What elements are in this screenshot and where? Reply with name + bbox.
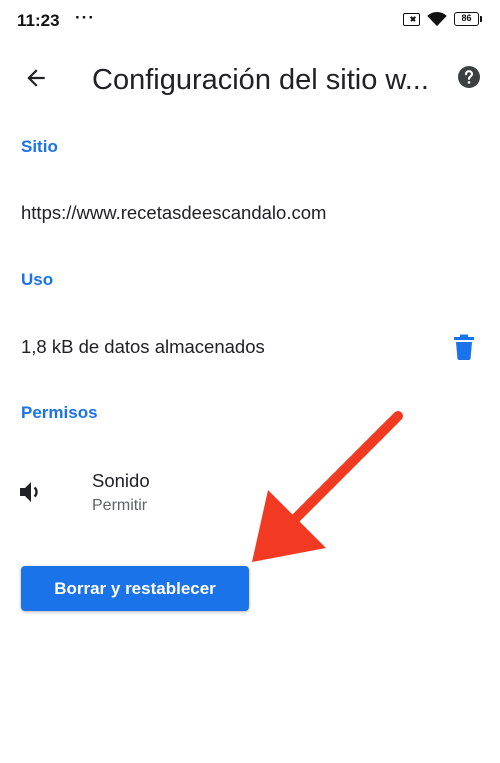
arrow-left-icon: [27, 69, 45, 87]
app-bar: Configuración del sitio w...: [0, 40, 500, 116]
trash-icon: [454, 334, 474, 360]
reset-button[interactable]: Borrar y restablecer: [21, 566, 249, 611]
no-sim-icon: [403, 12, 420, 26]
storage-usage-text: 1,8 kB de datos almacenados: [21, 336, 265, 357]
help-button[interactable]: [457, 65, 481, 89]
section-header-permissions: Permisos: [21, 403, 98, 422]
section-header-usage: Uso: [21, 270, 54, 289]
back-button[interactable]: [20, 62, 52, 94]
help-circle-icon: [458, 66, 480, 88]
status-notification-dots: ···: [75, 8, 95, 27]
page-title: Configuración del sitio w...: [92, 64, 429, 96]
battery-icon: 86: [454, 12, 482, 26]
status-bar: 11:23 ··· 86: [0, 0, 500, 40]
site-url: https://www.recetasdeescandalo.com: [21, 202, 327, 223]
delete-data-button[interactable]: [452, 334, 476, 360]
battery-level: 86: [454, 12, 479, 26]
section-header-site: Sitio: [21, 137, 58, 156]
permission-title: Sonido: [92, 470, 150, 491]
status-icons: 86: [403, 11, 482, 27]
wifi-icon: [427, 11, 447, 27]
volume-icon: [20, 482, 38, 502]
status-time: 11:23: [17, 11, 60, 30]
permission-value: Permitir: [92, 497, 148, 514]
